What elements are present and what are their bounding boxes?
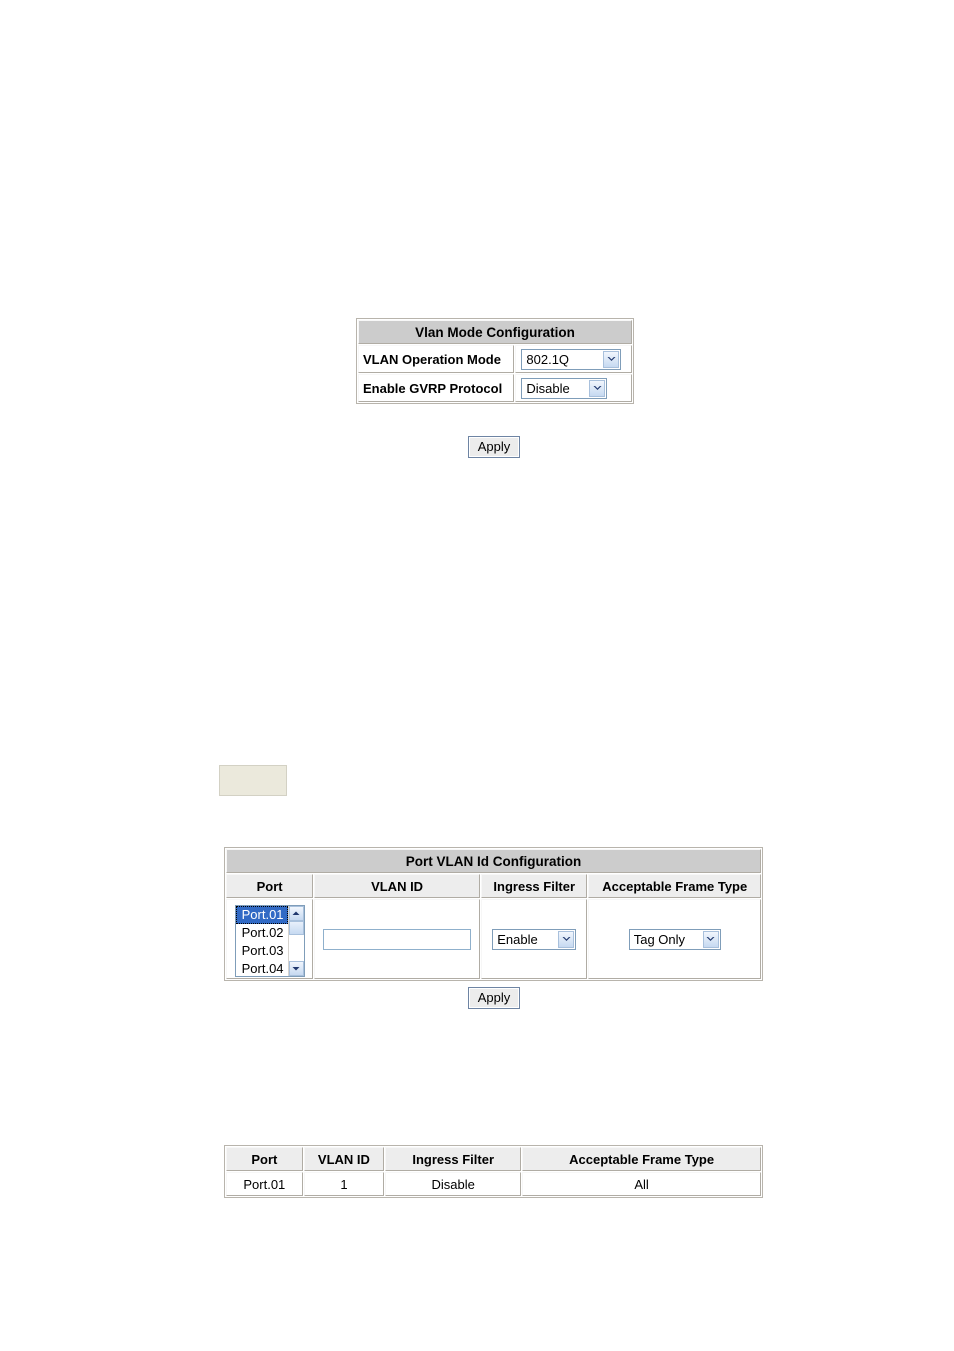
list-item[interactable]: Port.02 bbox=[236, 924, 288, 942]
vlan-mode-title-row: Vlan Mode Configuration bbox=[358, 320, 632, 344]
list-item[interactable]: Port.01 bbox=[235, 905, 288, 924]
port-vlan-header-row: Port VLAN ID Ingress Filter Acceptable F… bbox=[226, 874, 761, 898]
column-header-acceptable-frame-type: Acceptable Frame Type bbox=[522, 1147, 761, 1171]
port-vlan-status-table: Port VLAN ID Ingress Filter Acceptable F… bbox=[224, 1145, 763, 1198]
port-vlan-title-row: Port VLAN Id Configuration bbox=[226, 849, 761, 873]
scrollbar-track[interactable] bbox=[288, 934, 304, 961]
port-list-cell: Port.01 Port.02 Port.03 Port.04 bbox=[226, 899, 314, 979]
column-header-port: Port bbox=[226, 874, 314, 898]
chevron-down-icon[interactable] bbox=[603, 350, 620, 368]
cell-port: Port.01 bbox=[226, 1172, 303, 1196]
status-header-row: Port VLAN ID Ingress Filter Acceptable F… bbox=[226, 1147, 761, 1171]
acceptable-frame-type-value: Tag Only bbox=[633, 931, 686, 947]
enable-gvrp-protocol-cell: Disable bbox=[515, 374, 632, 402]
vlan-id-cell bbox=[314, 899, 480, 979]
ingress-filter-select[interactable]: Enable bbox=[492, 928, 577, 950]
cell-vlan-id: 1 bbox=[303, 1172, 385, 1196]
port-listbox-scrollbar[interactable] bbox=[287, 905, 304, 976]
enable-gvrp-protocol-label: Enable GVRP Protocol bbox=[358, 374, 515, 402]
vlan-id-input[interactable] bbox=[323, 928, 472, 950]
column-header-ingress-filter: Ingress Filter bbox=[385, 1147, 522, 1171]
list-item[interactable]: Port.03 bbox=[236, 942, 288, 960]
list-item[interactable]: Port.04 bbox=[236, 960, 288, 976]
ingress-filter-cell: Enable bbox=[480, 899, 588, 979]
table-row: Port.01 1 Disable All bbox=[226, 1172, 761, 1196]
column-header-vlan-id: VLAN ID bbox=[314, 874, 480, 898]
chevron-down-icon[interactable] bbox=[288, 960, 304, 976]
column-header-ingress-filter: Ingress Filter bbox=[480, 874, 588, 898]
port-vlan-title: Port VLAN Id Configuration bbox=[226, 849, 761, 873]
chevron-down-icon[interactable] bbox=[702, 930, 719, 948]
vlan-mode-apply-button[interactable]: Apply bbox=[468, 436, 520, 458]
enable-gvrp-protocol-row: Enable GVRP Protocol Disable bbox=[358, 374, 632, 402]
vlan-operation-mode-cell: 802.1Q bbox=[515, 345, 632, 373]
acceptable-frame-type-cell: Tag Only bbox=[588, 899, 761, 979]
chevron-down-icon[interactable] bbox=[589, 379, 606, 397]
vlan-operation-mode-label: VLAN Operation Mode bbox=[358, 345, 515, 373]
cell-acceptable-frame-type: All bbox=[522, 1172, 761, 1196]
port-listbox[interactable]: Port.01 Port.02 Port.03 Port.04 bbox=[234, 904, 305, 977]
vlan-operation-mode-select[interactable]: 802.1Q bbox=[521, 348, 622, 370]
port-listbox-items: Port.01 Port.02 Port.03 Port.04 bbox=[235, 905, 288, 976]
vlan-mode-configuration-table: Vlan Mode Configuration VLAN Operation M… bbox=[356, 318, 634, 404]
column-header-acceptable-frame-type: Acceptable Frame Type bbox=[588, 874, 761, 898]
chevron-down-icon[interactable] bbox=[558, 930, 575, 948]
vlan-operation-mode-row: VLAN Operation Mode 802.1Q bbox=[358, 345, 632, 373]
enable-gvrp-protocol-select[interactable]: Disable bbox=[521, 377, 608, 399]
vlan-operation-mode-value: 802.1Q bbox=[526, 351, 570, 367]
column-header-port: Port bbox=[226, 1147, 303, 1171]
enable-gvrp-protocol-value: Disable bbox=[526, 380, 570, 396]
scrollbar-thumb[interactable] bbox=[288, 920, 304, 935]
chevron-up-icon[interactable] bbox=[288, 905, 304, 921]
port-vlan-id-configuration-table: Port VLAN Id Configuration Port VLAN ID … bbox=[224, 847, 763, 981]
acceptable-frame-type-select[interactable]: Tag Only bbox=[628, 928, 721, 950]
column-header-vlan-id: VLAN ID bbox=[303, 1147, 385, 1171]
port-vlan-apply-button[interactable]: Apply bbox=[468, 987, 520, 1009]
cell-ingress-filter: Disable bbox=[385, 1172, 522, 1196]
note-box bbox=[219, 765, 290, 799]
vlan-mode-title: Vlan Mode Configuration bbox=[358, 320, 632, 344]
ingress-filter-value: Enable bbox=[497, 931, 538, 947]
port-vlan-input-row: Port.01 Port.02 Port.03 Port.04 Enable T… bbox=[226, 899, 761, 979]
